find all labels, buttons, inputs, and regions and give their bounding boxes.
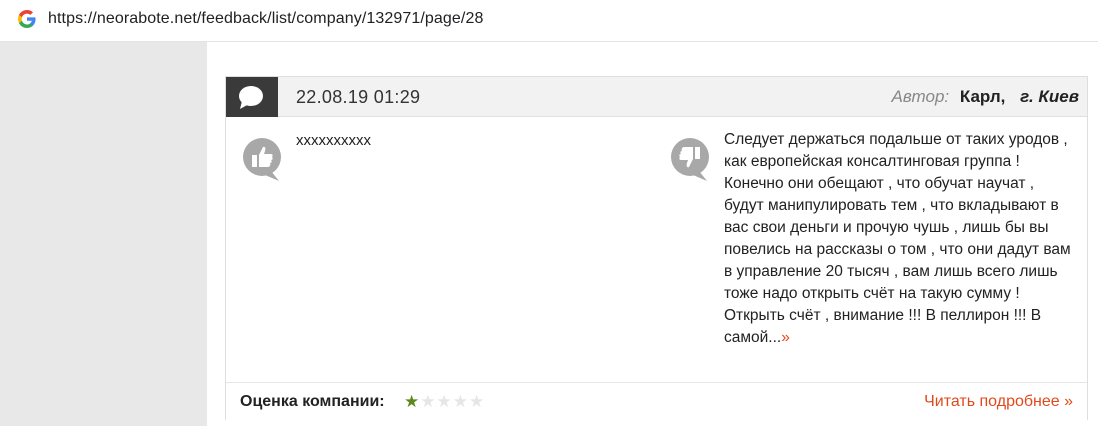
review-card: 22.08.19 01:29 Автор: Карл, г. Киев xxxx… <box>225 76 1088 420</box>
cons-text: Следует держаться подальше от таких урод… <box>724 131 1071 346</box>
star-icon: ★ <box>436 392 453 411</box>
star-icon: ★ <box>420 392 437 411</box>
star-icon: ★ <box>404 392 421 411</box>
cons-more-link[interactable]: » <box>781 329 790 346</box>
url-text[interactable]: https://neorabote.net/feedback/list/comp… <box>48 10 483 28</box>
google-icon <box>18 10 36 28</box>
thumbs-up-icon <box>243 138 281 181</box>
pros-text: xxxxxxxxxx <box>296 132 371 149</box>
review-header: 22.08.19 01:29 Автор: Карл, г. Киев <box>226 77 1087 117</box>
thumbs-down-icon <box>671 138 709 181</box>
author-label: Автор: <box>891 87 950 106</box>
star-icon: ★ <box>469 392 486 411</box>
review-footer: Оценка компании: ★★★★★ Читать подробнее … <box>226 382 1087 420</box>
star-icon: ★ <box>452 392 469 411</box>
rating-label: Оценка компании: <box>240 393 385 410</box>
left-sidebar-background <box>0 42 207 426</box>
author-name: Карл, <box>959 87 1006 106</box>
comment-badge <box>226 77 278 117</box>
author-city: г. Киев <box>1020 87 1079 106</box>
cons-text-block: Следует держаться подальше от таких урод… <box>724 129 1074 349</box>
comment-bubble-icon <box>239 86 263 109</box>
rating-stars: ★★★★★ <box>404 392 485 412</box>
review-author: Автор: Карл, г. Киев <box>892 87 1079 107</box>
browser-address-bar[interactable]: https://neorabote.net/feedback/list/comp… <box>0 0 1098 42</box>
read-more-link[interactable]: Читать подробнее » <box>924 393 1073 411</box>
review-date: 22.08.19 01:29 <box>296 87 421 107</box>
